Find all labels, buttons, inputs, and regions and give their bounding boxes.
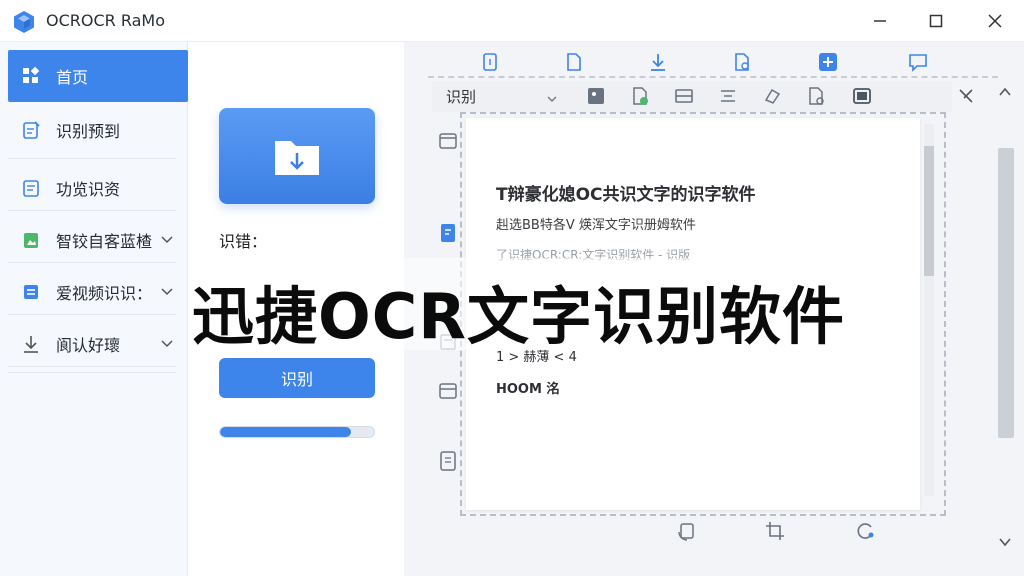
download-icon[interactable] (648, 52, 668, 72)
add-icon[interactable] (818, 52, 838, 72)
sidebar: 首页 识别预到 功览识资 智铰自客蓝楂 爱视频识识： 阆认好瓌 (0, 42, 188, 576)
sidebar-item-recognize-preview[interactable]: 识别预到 (8, 104, 188, 156)
overlay-title: 迅捷OCR文字识别软件 (192, 280, 845, 353)
chevron-down-icon (161, 340, 173, 348)
maximize-icon (929, 14, 943, 28)
minimize-button[interactable] (860, 6, 900, 36)
status-label: 识错： (219, 232, 268, 251)
doc-export-icon[interactable] (806, 86, 826, 106)
maximize-button[interactable] (916, 6, 956, 36)
doc-icon (20, 177, 42, 199)
upload-file-button[interactable] (219, 108, 375, 204)
folder-icon[interactable] (438, 130, 458, 152)
text-align-icon[interactable] (718, 86, 738, 106)
sidebar-item-label: 爱视频识识： (56, 284, 153, 303)
title-bar: OCROCR RaMo (0, 0, 1024, 42)
chevron-down-icon[interactable] (998, 536, 1012, 548)
divider (8, 372, 176, 373)
sidebar-item-label: 阆认好瓌 (56, 336, 121, 355)
sidebar-item-image[interactable]: 智铰自客蓝楂 (8, 214, 188, 266)
close-button[interactable] (975, 6, 1015, 36)
note-icon[interactable] (438, 450, 458, 472)
close-icon (988, 14, 1002, 28)
chevron-down-icon[interactable] (546, 94, 558, 104)
sidebar-item-label: 功览识资 (56, 180, 121, 199)
image-doc-icon (20, 229, 42, 251)
document-heading: T辩豪化媳OC共识文字的识字软件 (496, 185, 756, 205)
sidebar-item-download[interactable]: 阆认好瓌 (8, 318, 188, 370)
doc-settings-icon[interactable] (732, 52, 752, 72)
download-icon (20, 333, 42, 355)
minimize-icon (874, 20, 886, 22)
sidebar-item-function[interactable]: 功览识资 (8, 162, 188, 214)
scan-icon[interactable] (674, 86, 694, 106)
progress-bar (219, 426, 375, 438)
document-text: HOOM 洺 (496, 382, 560, 397)
mode-select[interactable]: 识别 (446, 86, 476, 107)
add-doc-icon[interactable] (480, 52, 500, 72)
eraser-icon[interactable] (762, 86, 782, 106)
document-scroll-thumb[interactable] (924, 146, 934, 276)
window-icon[interactable] (852, 86, 872, 106)
list-doc-icon (20, 281, 42, 303)
sidebar-item-label: 识别预到 (56, 122, 121, 141)
crop-icon[interactable] (764, 520, 786, 542)
workspace-scroll-thumb[interactable] (998, 148, 1014, 438)
refresh-icon[interactable] (854, 520, 876, 542)
sidebar-item-video[interactable]: 爱视频识识： (8, 266, 188, 318)
rotate-icon[interactable] (676, 520, 698, 542)
document-subtitle: 赳选BB特各V 煐浑文字识册姆软件 (496, 218, 696, 233)
layout-icon[interactable] (438, 380, 458, 402)
grid-icon (20, 65, 42, 87)
page-icon[interactable] (564, 52, 584, 72)
sidebar-item-label: 首页 (56, 68, 89, 87)
sidebar-item-label: 智铰自客蓝楂 (56, 232, 153, 251)
divider (8, 158, 176, 159)
chevron-up-icon[interactable] (998, 86, 1012, 98)
divider (428, 76, 998, 78)
collapse-icon[interactable] (956, 86, 976, 106)
progress-fill (220, 427, 351, 437)
doc-check-icon[interactable] (630, 86, 650, 106)
folder-download-icon (275, 141, 319, 175)
doc-blue-icon[interactable] (438, 222, 458, 244)
sidebar-item-home[interactable]: 首页 (8, 50, 188, 102)
app-logo-icon (14, 11, 34, 33)
recognize-button[interactable]: 识别 (219, 358, 375, 398)
chevron-down-icon (161, 236, 173, 244)
image-icon[interactable] (586, 86, 606, 106)
chevron-down-icon (161, 288, 173, 296)
comment-icon[interactable] (908, 52, 928, 72)
edit-doc-icon (20, 119, 42, 141)
app-title: OCROCR RaMo (46, 11, 166, 30)
